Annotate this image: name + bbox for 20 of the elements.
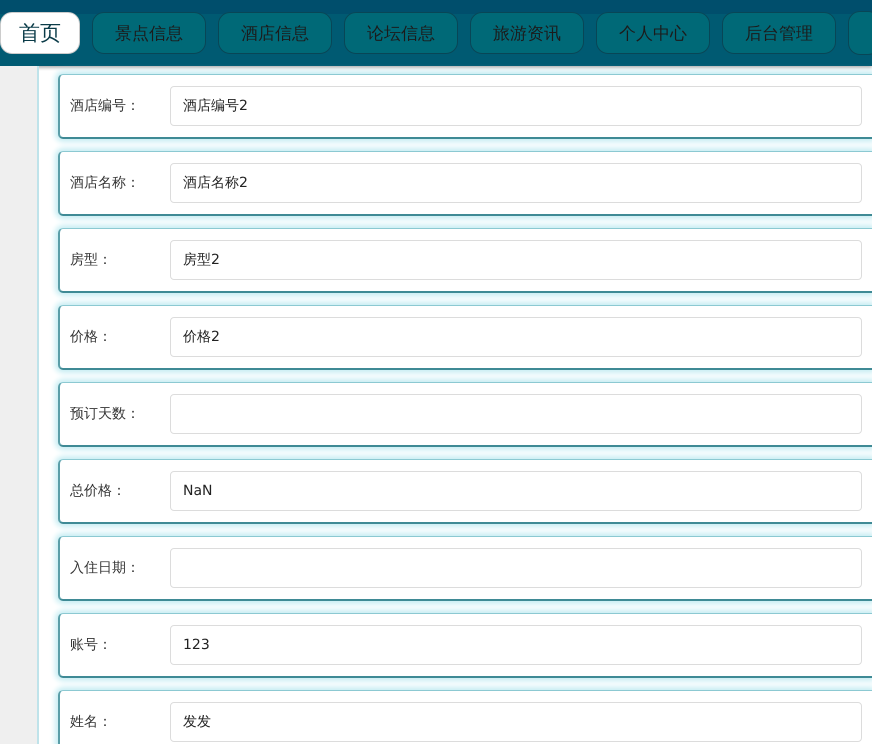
input-field[interactable]: 房型2	[170, 240, 862, 280]
input-field[interactable]: 123	[170, 625, 862, 665]
field-label: 酒店名称：	[69, 174, 141, 192]
field-label: 账号：	[69, 636, 113, 654]
field-label: 房型：	[69, 251, 113, 269]
input-field[interactable]: 酒店名称2	[170, 163, 862, 203]
input-field[interactable]: 发发	[170, 702, 862, 742]
nav-tab[interactable]: 首页	[0, 12, 80, 54]
field-label: 入住日期：	[69, 559, 141, 577]
field-label: 姓名：	[69, 713, 113, 731]
input-field[interactable]: NaN	[170, 471, 862, 511]
input-field[interactable]	[170, 548, 862, 588]
field-label: 总价格：	[69, 482, 127, 500]
field-label: 价格：	[69, 328, 113, 346]
input-field[interactable]: 价格2	[170, 317, 862, 357]
field-label: 预订天数：	[69, 405, 141, 423]
input-field[interactable]: 酒店编号2	[170, 86, 862, 126]
field-label: 酒店编号：	[69, 97, 141, 115]
nav-tab[interactable]	[848, 11, 872, 55]
input-field[interactable]	[170, 394, 862, 434]
